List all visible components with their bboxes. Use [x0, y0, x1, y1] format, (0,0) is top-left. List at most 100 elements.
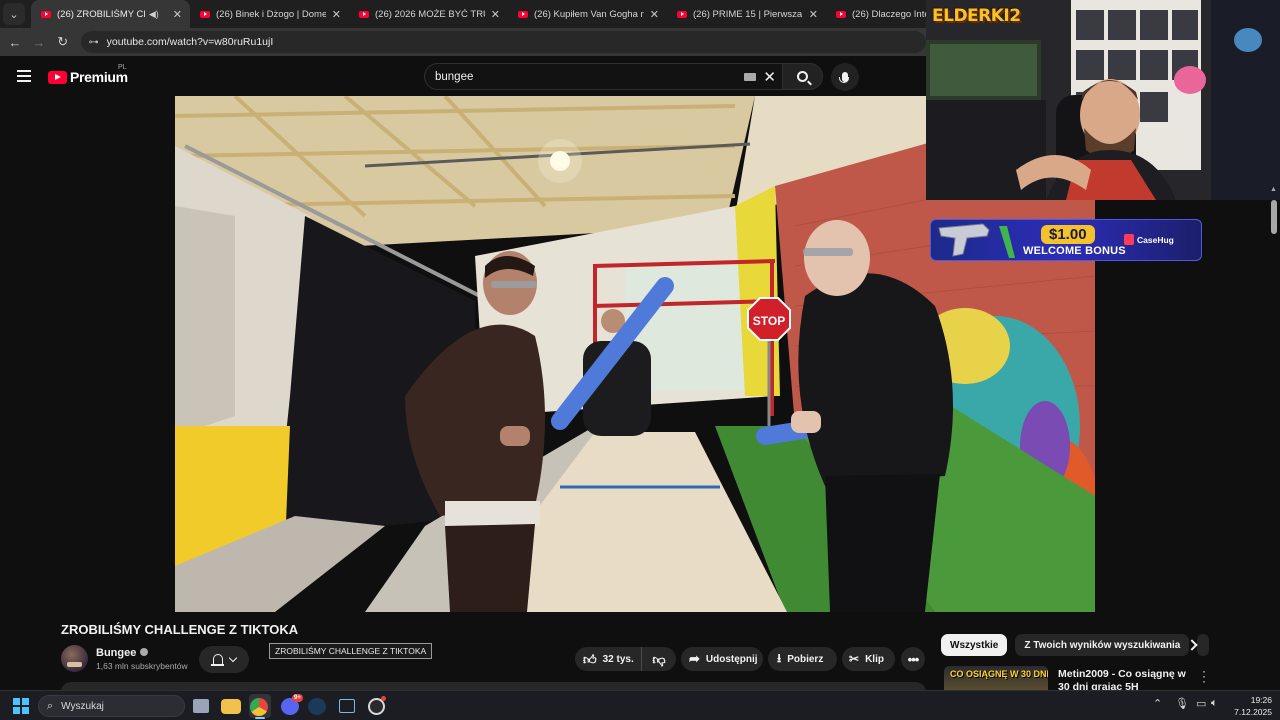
clear-search-icon[interactable]: ✕ [763, 68, 776, 86]
more-vertical-icon[interactable]: · · · [1200, 665, 1208, 687]
thumbnail-text: CO OSIĄGNĘ W 30 DNI [950, 669, 1048, 679]
notification-dot [381, 696, 386, 701]
clip-button[interactable]: ✂ Klip [842, 647, 895, 671]
filter-chips: Wszystkie Z Twoich wyników wyszukiwania [941, 634, 1210, 656]
page-scrollbar[interactable] [1271, 200, 1277, 234]
like-count: 32 tys. [602, 653, 634, 665]
volume-icon[interactable]: 🔈︎ [1211, 697, 1218, 710]
youtube-header: Premium PL bungee ✕ [0, 56, 926, 96]
youtube-favicon-icon [836, 10, 846, 18]
logo-text: Premium [70, 69, 128, 85]
youtube-favicon-icon [359, 10, 369, 18]
microphone-tray-icon[interactable]: 🎙︎ [1175, 697, 1189, 710]
file-explorer-icon[interactable] [221, 699, 241, 714]
youtube-premium-logo[interactable]: Premium PL [48, 64, 128, 85]
chip-all[interactable]: Wszystkie [941, 634, 1008, 656]
share-button[interactable]: ➦ Udostępnij [681, 647, 763, 671]
tab-search-button[interactable]: ⌄ [3, 3, 25, 25]
steam-icon[interactable] [308, 698, 326, 715]
youtube-logo-icon [48, 70, 67, 84]
promo-banner: $1.00 WELCOME BONUS CaseHug [930, 219, 1202, 261]
dislike-button[interactable]: 👎︎ [642, 653, 676, 666]
subscriber-count: 1,63 mln subskrybentów [96, 661, 188, 671]
app-window-icon[interactable] [339, 699, 355, 713]
download-button[interactable]: ⭳ Pobierz [768, 647, 837, 671]
browser-tab[interactable]: (26) 2026 MOŻE BYĆ TRUDNY ✕ [349, 0, 508, 28]
search-query: bungee [435, 71, 474, 83]
keyboard-icon[interactable] [744, 73, 756, 81]
verified-icon [140, 648, 149, 656]
recommendation-title[interactable]: Metin2009 - Co osiągnę w 30 dni grając 5… [1058, 668, 1188, 690]
download-label: Pobierz [787, 653, 824, 665]
voice-search-button[interactable] [831, 63, 859, 91]
tab-title: (26) Dlaczego Internet Z [852, 8, 930, 20]
search-button[interactable] [782, 63, 823, 90]
menu-icon[interactable] [17, 70, 31, 82]
taskbar-search[interactable]: ⌕ Wyszukaj [38, 695, 185, 717]
bell-icon [210, 654, 224, 666]
forward-arrow-icon[interactable]: → [27, 35, 51, 50]
more-horizontal-icon: ••• [907, 651, 920, 667]
search-input[interactable]: bungee ✕ [424, 63, 782, 90]
tab-close-icon[interactable]: ✕ [173, 8, 182, 21]
windows-start-icon[interactable] [13, 698, 29, 714]
channel-avatar[interactable] [61, 645, 88, 672]
browser-tab[interactable]: (26) Binek i Dżogo | Domek dla ✕ [190, 0, 349, 28]
reload-icon[interactable]: ↻ [51, 34, 75, 50]
chevron-down-icon [228, 653, 237, 662]
chrome-icon[interactable] [250, 698, 268, 716]
tab-title: (26) 2026 MOŻE BYĆ TRUDNY [375, 8, 485, 20]
browser-tab[interactable]: (26) PRIME 15 | Pierwsza KONF ✕ [667, 0, 826, 28]
windows-taskbar: ⌕ Wyszukaj 9+ ⌃ 🎙︎ ▭ 🔈︎ 19:26 7.12.2025 [0, 690, 1280, 720]
browser-tab[interactable]: (26) Kupiłem Van Gogha na Ch ✕ [508, 0, 667, 28]
back-arrow-icon[interactable]: ← [3, 35, 27, 50]
active-indicator [255, 717, 265, 719]
clip-label: Klip [865, 653, 884, 665]
browser-tab[interactable]: (26) Dlaczego Internet Z [826, 0, 938, 28]
youtube-favicon-icon [518, 10, 528, 18]
tab-title: (26) Binek i Dżogo | Domek dla [216, 8, 326, 20]
system-clock[interactable]: 19:26 7.12.2025 [1228, 694, 1272, 718]
stop-sign-text: STOP [753, 314, 785, 328]
streamer-brand-logo: ELDERKI2 [932, 6, 1021, 26]
more-actions-button[interactable]: ••• [901, 647, 925, 671]
scissors-icon: ✂ [849, 652, 860, 666]
notifications-button[interactable] [199, 646, 249, 673]
promo-text: WELCOME BONUS [1023, 245, 1126, 257]
tab-close-icon[interactable]: ✕ [809, 8, 818, 21]
speaker-icon[interactable]: ◀) [149, 9, 159, 20]
scroll-up-arrow-icon[interactable]: ▲ [1270, 186, 1277, 193]
channel-name[interactable]: Bungee [96, 647, 149, 659]
tab-close-icon[interactable]: ✕ [491, 8, 500, 21]
chevron-right-icon[interactable] [1186, 636, 1200, 654]
screen: ⌄ (26) ZROBILIŚMY CHALLENGE ◀) ✕ (26) Bi… [0, 0, 1280, 720]
tab-close-icon[interactable]: ✕ [332, 8, 341, 21]
youtube-favicon-icon [41, 10, 51, 18]
like-button[interactable]: 👍︎ 32 tys. [575, 647, 642, 671]
browser-toolbar: ← → ↻ ⊶ youtube.com/watch?v=w80ruRu1ujI [0, 28, 927, 56]
promo-brand: CaseHug [1137, 235, 1174, 245]
task-view-icon[interactable] [193, 699, 209, 713]
like-dislike-group: 👍︎ 32 tys. 👎︎ [575, 647, 676, 671]
title-tooltip: ZROBILIŚMY CHALLENGE Z TIKTOKA [269, 643, 433, 659]
address-bar[interactable]: ⊶ youtube.com/watch?v=w80ruRu1ujI [80, 31, 927, 53]
chevron-up-icon[interactable]: ⌃ [1153, 697, 1162, 710]
clock-time: 19:26 [1250, 695, 1272, 705]
promo-weapon-image [938, 223, 1015, 258]
promo-amount: $1.00 [1041, 225, 1095, 244]
country-code: PL [118, 64, 127, 71]
clock-date: 7.12.2025 [1234, 707, 1272, 717]
browser-tab-active[interactable]: (26) ZROBILIŚMY CHALLENGE ◀) ✕ [31, 0, 190, 28]
channel-name-text: Bungee [96, 647, 137, 659]
microphone-icon [839, 72, 849, 83]
taskbar-search-placeholder: Wyszukaj [61, 700, 104, 712]
video-title: ZROBILIŚMY CHALLENGE Z TIKTOKA [61, 622, 299, 637]
network-icon[interactable]: ▭ [1196, 697, 1206, 710]
site-info-icon[interactable]: ⊶ [89, 37, 99, 48]
youtube-favicon-icon [677, 10, 687, 18]
tab-close-icon[interactable]: ✕ [650, 8, 659, 21]
search-icon: ⌕ [47, 699, 54, 712]
chip-from-search[interactable]: Z Twoich wyników wyszukiwania [1015, 634, 1190, 656]
discord-badge: 9+ [292, 694, 303, 702]
recommendation-thumbnail[interactable]: CO OSIĄGNĘ W 30 DNI [944, 666, 1048, 690]
